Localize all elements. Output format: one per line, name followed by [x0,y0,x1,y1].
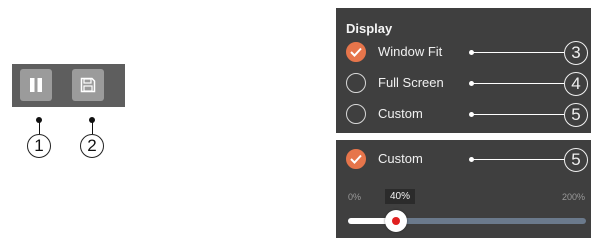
radio-unchecked-icon[interactable] [346,104,366,124]
save-button[interactable] [72,69,104,101]
callout-number-5: 5 [564,148,588,172]
radio-checked-icon[interactable] [346,149,366,169]
callout-line [38,122,40,134]
save-icon [80,77,96,93]
option-custom[interactable]: Custom 5 [346,103,588,127]
option-label: Custom [378,151,423,166]
slider-max-label: 200% [561,192,585,202]
option-custom[interactable]: Custom 5 [346,148,588,172]
pause-button[interactable] [20,69,52,101]
option-full-screen[interactable]: Full Screen 4 [346,72,588,96]
radio-checked-icon[interactable] [346,42,366,62]
slider-value-badge: 40% [385,189,416,204]
callout-number-1: 1 [27,134,51,158]
callout-line [472,52,564,53]
custom-panel: Custom 5 0% 40% 200% [336,140,591,238]
callout-number-2: 2 [80,134,104,158]
panel-title: Display [346,21,393,36]
option-window-fit[interactable]: Window Fit 3 [346,41,588,65]
radio-unchecked-icon[interactable] [346,73,366,93]
callout-line [472,114,564,115]
zoom-slider-thumb[interactable] [384,210,407,232]
callout-number-5: 5 [564,103,588,127]
callout-line [472,159,564,160]
pause-icon [30,78,42,92]
option-label: Full Screen [378,75,444,90]
zoom-slider-track[interactable] [348,218,586,224]
callout-number-4: 4 [564,72,588,96]
slider-min-label: 0% [348,192,362,202]
display-panel: Display Window Fit 3 Full Screen 4 Custo… [336,8,591,133]
callout-line [472,83,564,84]
toolbar [12,64,125,107]
callout-number-3: 3 [564,41,588,65]
option-label: Window Fit [378,44,443,59]
option-label: Custom [378,106,423,121]
callout-line [91,122,93,134]
